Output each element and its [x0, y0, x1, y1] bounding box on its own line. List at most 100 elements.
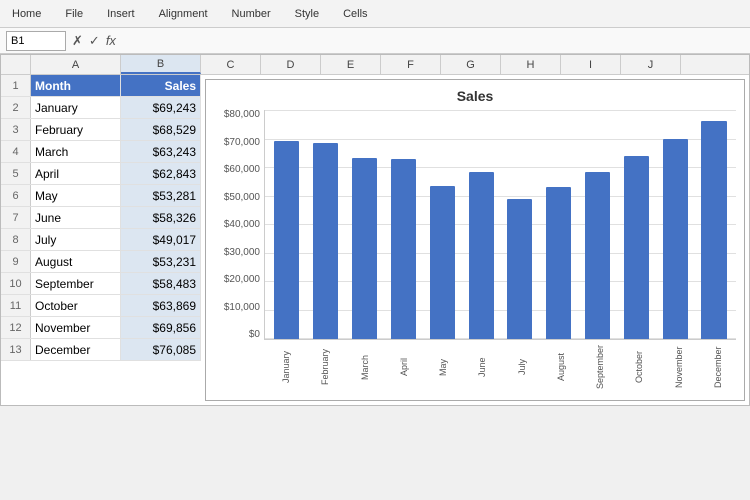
menu-file[interactable]: File [61, 8, 87, 20]
menu-bar: Home File Insert Alignment Number Style … [0, 0, 750, 28]
cell-a8[interactable]: July [31, 229, 121, 250]
x-axis-label: June [464, 342, 500, 392]
col-header-f[interactable]: F [381, 55, 441, 74]
cell-b9[interactable]: $53,231 [121, 251, 201, 272]
bar-wrap [385, 110, 421, 339]
cell-a4[interactable]: March [31, 141, 121, 162]
table-row: 9 August $53,231 [1, 251, 201, 273]
cell-b7[interactable]: $58,326 [121, 207, 201, 228]
y-axis-label: $60,000 [224, 165, 260, 175]
row-num-6: 6 [1, 185, 31, 206]
bar-wrap [541, 110, 577, 339]
cell-a12[interactable]: November [31, 317, 121, 338]
formula-cancel-icon[interactable]: ✗ [72, 33, 83, 49]
bar[interactable] [430, 186, 455, 339]
bar[interactable] [701, 121, 726, 339]
col-header-d[interactable]: D [261, 55, 321, 74]
bar-wrap [618, 110, 654, 339]
y-axis-label: $40,000 [224, 220, 260, 230]
menu-alignment[interactable]: Alignment [155, 8, 212, 20]
x-axis-label: January [268, 342, 304, 392]
row-num-3: 3 [1, 119, 31, 140]
cell-a13[interactable]: December [31, 339, 121, 360]
cell-b13[interactable]: $76,085 [121, 339, 201, 360]
table-row: 8 July $49,017 [1, 229, 201, 251]
cell-a2[interactable]: January [31, 97, 121, 118]
cell-b1[interactable]: Sales [121, 75, 201, 96]
menu-cells[interactable]: Cells [339, 8, 371, 20]
cell-b8[interactable]: $49,017 [121, 229, 201, 250]
col-header-b[interactable]: B [121, 55, 201, 74]
formula-fx-icon[interactable]: fx [106, 33, 116, 48]
y-axis-label: $30,000 [224, 248, 260, 258]
cell-b3[interactable]: $68,529 [121, 119, 201, 140]
bar[interactable] [352, 158, 377, 339]
table-row: 7 June $58,326 [1, 207, 201, 229]
column-headers: A B C D E F G H I J [1, 55, 749, 75]
bar[interactable] [391, 159, 416, 339]
y-axis: $0$10,000$20,000$30,000$40,000$50,000$60… [214, 110, 264, 340]
col-header-h[interactable]: H [501, 55, 561, 74]
row-num-9: 9 [1, 251, 31, 272]
bar[interactable] [274, 141, 299, 339]
table-row: 3 February $68,529 [1, 119, 201, 141]
bar-wrap [696, 110, 732, 339]
x-axis-label: April [386, 342, 422, 392]
row-num-10: 10 [1, 273, 31, 294]
name-box[interactable]: B1 [6, 31, 66, 51]
x-axis-label: October [621, 342, 657, 392]
cell-a10[interactable]: September [31, 273, 121, 294]
col-header-j[interactable]: J [621, 55, 681, 74]
cell-b12[interactable]: $69,856 [121, 317, 201, 338]
bar[interactable] [507, 199, 532, 339]
col-header-g[interactable]: G [441, 55, 501, 74]
bar[interactable] [546, 187, 571, 339]
table-row: 6 May $53,281 [1, 185, 201, 207]
bar-wrap [308, 110, 344, 339]
cell-a7[interactable]: June [31, 207, 121, 228]
menu-insert[interactable]: Insert [103, 8, 139, 20]
col-header-c[interactable]: C [201, 55, 261, 74]
cell-b11[interactable]: $63,869 [121, 295, 201, 316]
cell-a3[interactable]: February [31, 119, 121, 140]
row-num-1: 1 [1, 75, 31, 96]
chart-title: Sales [214, 88, 736, 104]
cell-b5[interactable]: $62,843 [121, 163, 201, 184]
x-axis-label: November [661, 342, 697, 392]
cell-b2[interactable]: $69,243 [121, 97, 201, 118]
cell-b6[interactable]: $53,281 [121, 185, 201, 206]
bar-wrap [347, 110, 383, 339]
cell-a9[interactable]: August [31, 251, 121, 272]
bar[interactable] [585, 172, 610, 339]
menu-number[interactable]: Number [228, 8, 275, 20]
formula-confirm-icon[interactable]: ✓ [89, 33, 100, 49]
col-header-e[interactable]: E [321, 55, 381, 74]
bar[interactable] [624, 156, 649, 339]
spreadsheet: A B C D E F G H I J 1 Month Sales 2 Janu… [0, 54, 750, 406]
cell-a5[interactable]: April [31, 163, 121, 184]
bar[interactable] [663, 139, 688, 339]
y-axis-label: $70,000 [224, 138, 260, 148]
menu-home[interactable]: Home [8, 8, 45, 20]
col-header-i[interactable]: I [561, 55, 621, 74]
bar[interactable] [469, 172, 494, 339]
cell-a1[interactable]: Month [31, 75, 121, 96]
x-axis-label: September [582, 342, 618, 392]
row-num-12: 12 [1, 317, 31, 338]
table-row: 11 October $63,869 [1, 295, 201, 317]
row-num-header [1, 55, 31, 74]
cell-a11[interactable]: October [31, 295, 121, 316]
y-axis-label: $0 [249, 330, 260, 340]
cell-b4[interactable]: $63,243 [121, 141, 201, 162]
menu-style[interactable]: Style [291, 8, 323, 20]
table-rows: 2 January $69,243 3 February $68,529 4 M… [1, 97, 201, 361]
table-row: 5 April $62,843 [1, 163, 201, 185]
bar-wrap [424, 110, 460, 339]
row-num-7: 7 [1, 207, 31, 228]
bar[interactable] [313, 143, 338, 339]
col-header-a[interactable]: A [31, 55, 121, 74]
cell-a6[interactable]: May [31, 185, 121, 206]
bar-wrap [269, 110, 305, 339]
table-row: 2 January $69,243 [1, 97, 201, 119]
cell-b10[interactable]: $58,483 [121, 273, 201, 294]
